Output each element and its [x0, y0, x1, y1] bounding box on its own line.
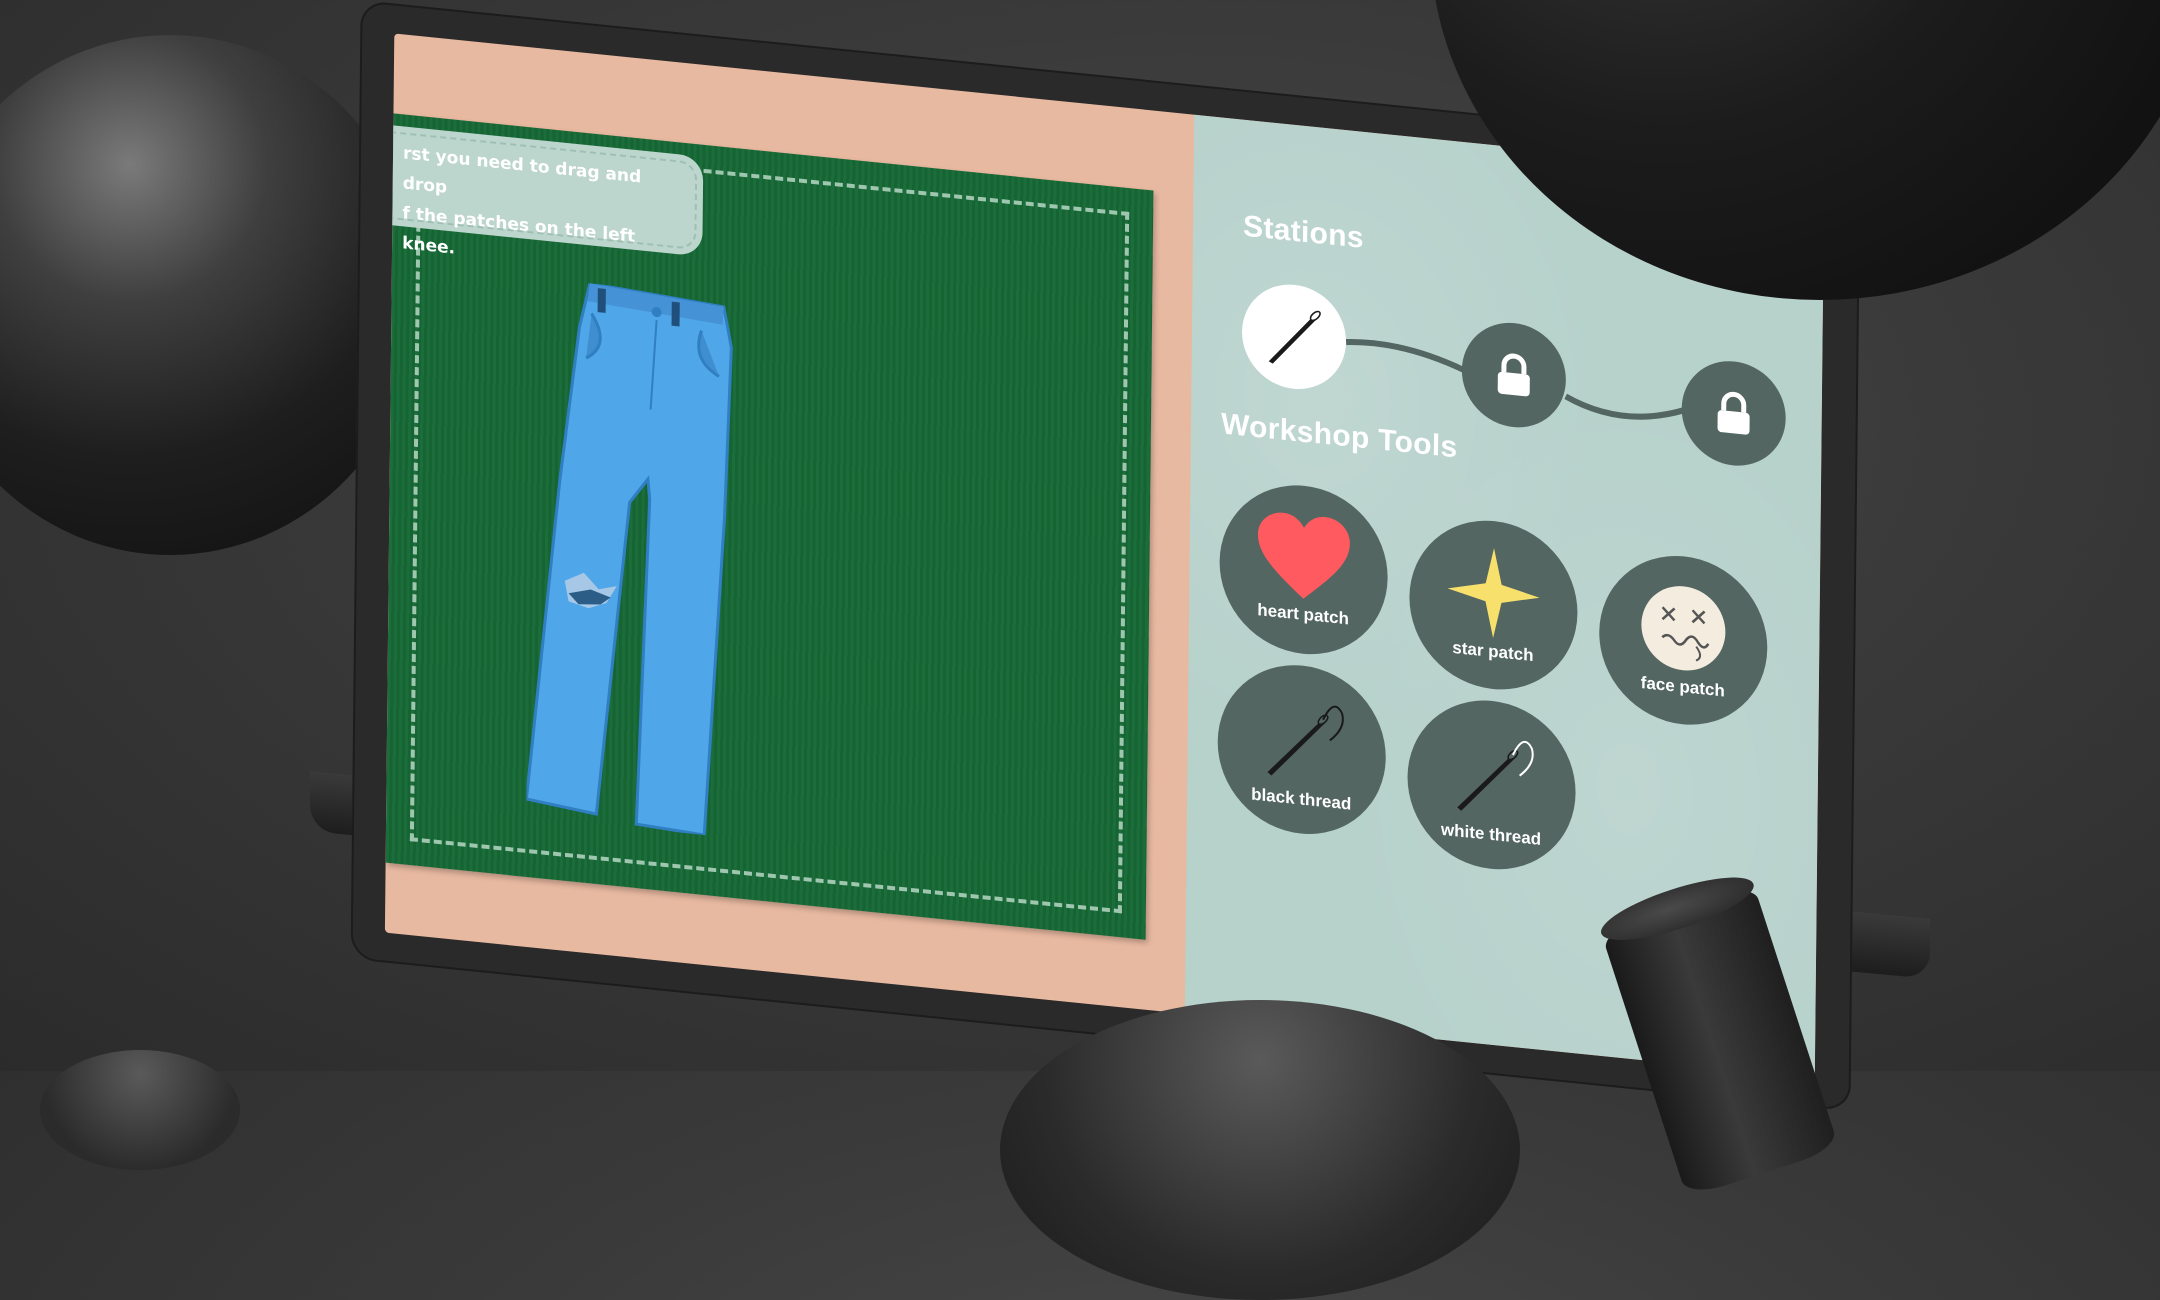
white-thread-tool[interactable]: white thread [1406, 692, 1577, 878]
jeans-garment[interactable] [526, 277, 772, 841]
black-thread-tool[interactable]: black thread [1216, 657, 1387, 843]
face-icon [1641, 586, 1726, 671]
lock-icon [1717, 391, 1750, 435]
face-patch-label: face patch [1640, 673, 1725, 701]
stations-heading: Stations [1242, 209, 1365, 255]
heart-patch-tool[interactable]: heart patch [1218, 477, 1389, 663]
face-patch-tool[interactable]: face patch [1598, 547, 1769, 733]
heart-patch-label: heart patch [1257, 600, 1350, 629]
needle-white-thread-icon [1457, 740, 1534, 811]
instruction-line-1: rst you need to drag and drop [402, 143, 642, 198]
star-patch-label: star patch [1452, 637, 1534, 666]
star-icon [1447, 548, 1540, 639]
heart-icon [1257, 512, 1350, 599]
decorative-sphere-bottom-left [40, 1050, 240, 1170]
lock-icon [1497, 353, 1530, 397]
star-patch-tool[interactable]: star patch [1408, 512, 1579, 698]
decorative-sphere-bottom [1000, 1000, 1520, 1300]
sewing-work-area[interactable]: rst you need to drag and drop f the patc… [384, 113, 1154, 940]
needle-black-thread-icon [1267, 705, 1344, 776]
needle-icon [1268, 310, 1321, 364]
instruction-bubble: rst you need to drag and drop f the patc… [384, 123, 704, 259]
